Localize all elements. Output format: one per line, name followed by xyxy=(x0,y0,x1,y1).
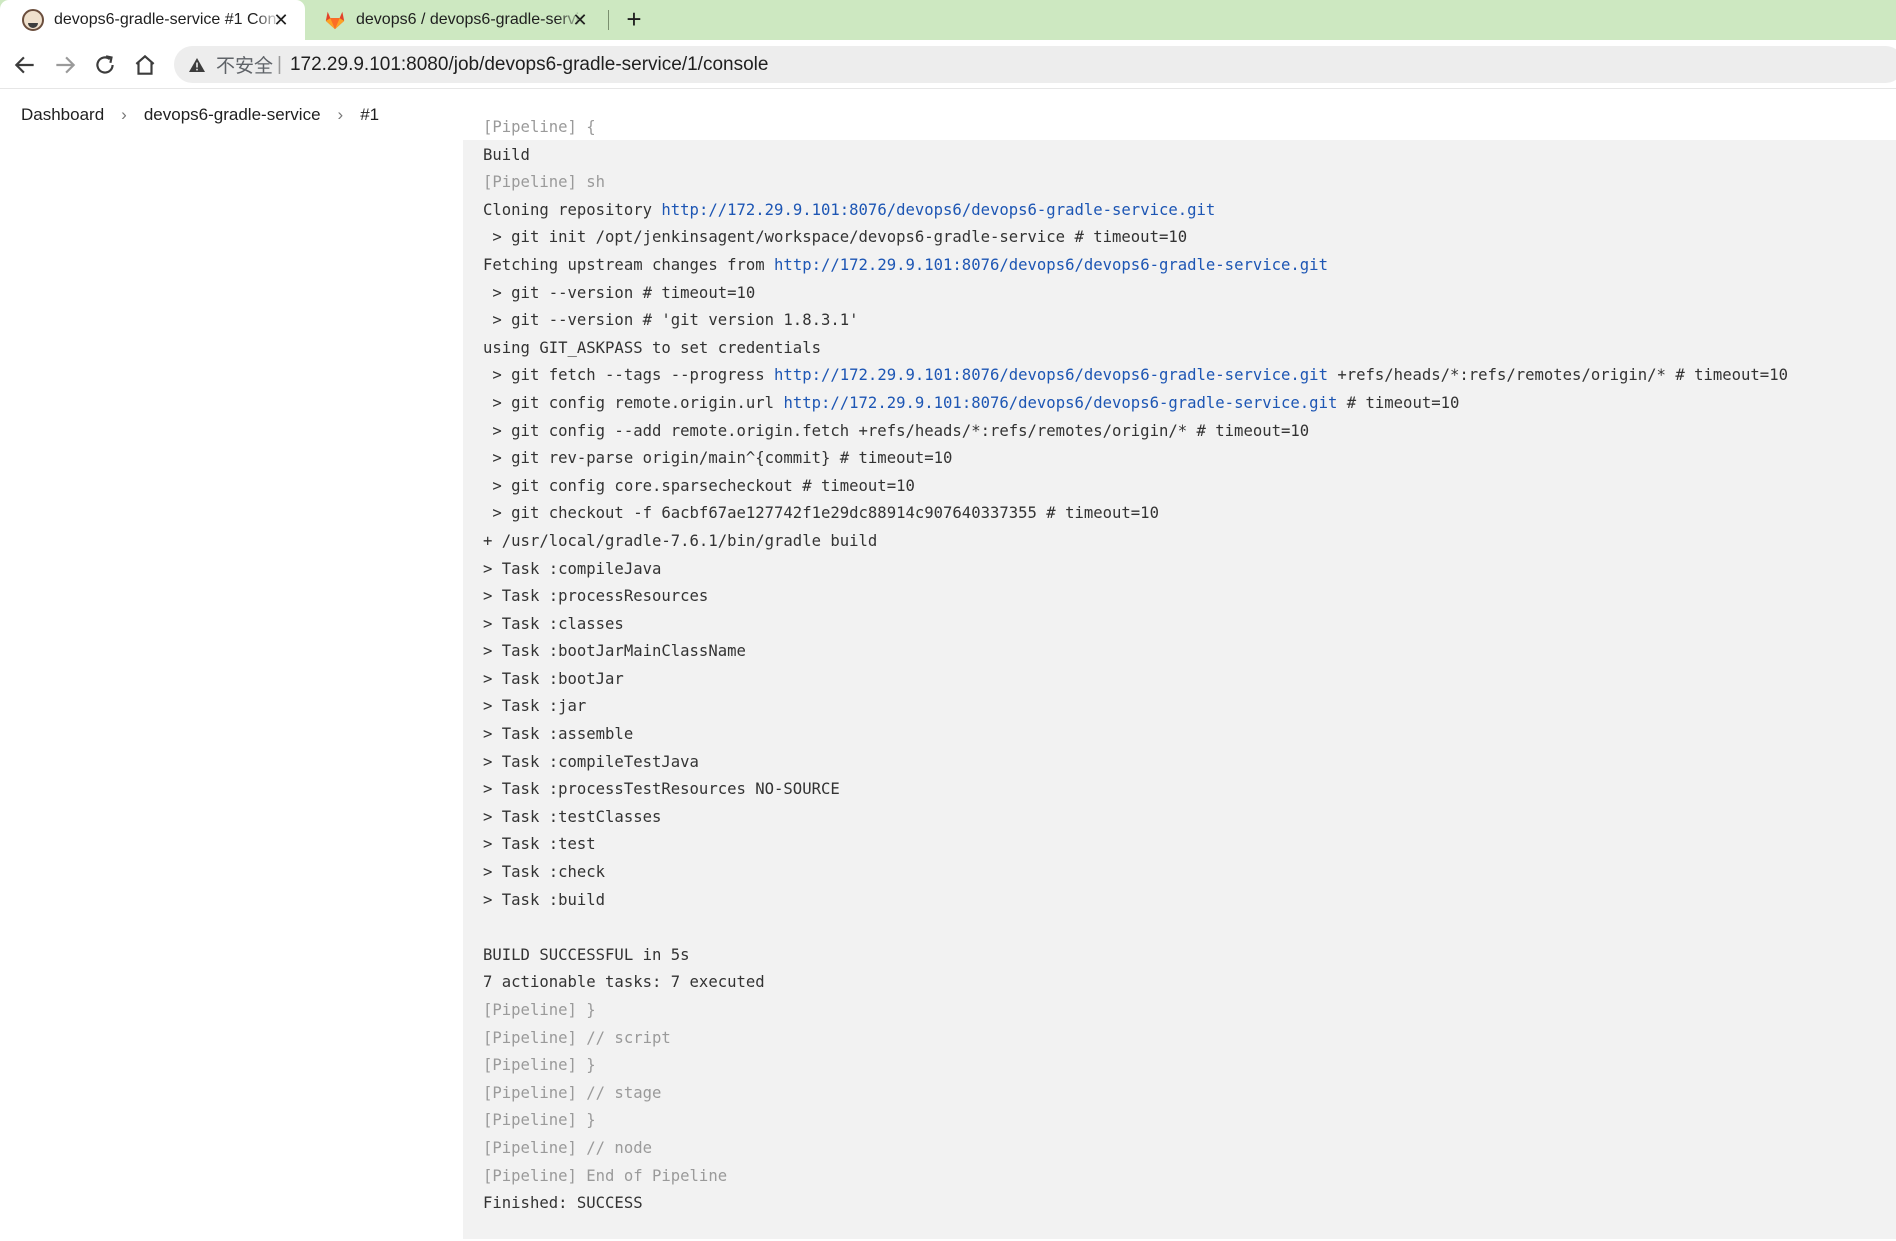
chevron-right-icon: › xyxy=(337,104,344,124)
console-line: [Pipeline] } xyxy=(483,1001,596,1019)
close-icon[interactable]: ✕ xyxy=(570,10,590,30)
console-line-text: Fetching upstream changes from xyxy=(483,255,775,274)
repository-link[interactable]: http://172.29.9.101:8076/devops6/devops6… xyxy=(774,366,1328,384)
console-line-text: Cloning repository xyxy=(483,200,662,219)
console-line: [Pipeline] sh xyxy=(483,173,606,192)
console-line: > git config remote.origin.url http://17… xyxy=(483,390,1788,418)
browser-tab-strip: devops6-gradle-service #1 Console [Jenki… xyxy=(0,0,1896,40)
repository-link[interactable]: http://172.29.9.101:8076/devops6/devops6… xyxy=(661,201,1215,219)
reload-icon[interactable] xyxy=(92,52,118,78)
tab-title: devops6 / devops6-gradle-service · GitLa… xyxy=(356,11,584,28)
tab-title: devops6-gradle-service #1 Console [Jenki… xyxy=(54,11,282,28)
console-line: > git rev-parse origin/main^{commit} # t… xyxy=(483,449,953,468)
console-line: [Pipeline] { xyxy=(483,118,596,136)
console-line: > Task :processTestResources NO-SOURCE xyxy=(483,780,840,799)
back-arrow-icon[interactable] xyxy=(12,52,38,78)
repository-link[interactable]: http://172.29.9.101:8076/devops6/devops6… xyxy=(783,394,1337,412)
console-line: > Task :build xyxy=(483,890,606,909)
tab-gitlab-project[interactable]: devops6 / devops6-gradle-service · GitLa… xyxy=(314,0,604,40)
jenkins-icon xyxy=(22,9,44,31)
new-tab-button[interactable]: + xyxy=(620,6,648,34)
console-line: > Task :check xyxy=(483,863,606,882)
close-icon[interactable]: ✕ xyxy=(271,10,291,30)
console-line: > Task :compileTestJava xyxy=(483,752,699,771)
address-separator: | xyxy=(277,53,282,75)
console-line: Build xyxy=(483,145,530,164)
console-line-text: +refs/heads/*:refs/remotes/origin/* # ti… xyxy=(1327,366,1788,385)
console-line-text: > git config remote.origin.url xyxy=(483,393,784,412)
console-line: > git fetch --tags --progress http://172… xyxy=(483,362,1788,390)
side-panel xyxy=(0,140,463,1241)
tab-separator xyxy=(608,10,609,30)
forward-arrow-icon[interactable] xyxy=(52,52,78,78)
console-line: [Pipeline] } xyxy=(483,1056,596,1075)
breadcrumb-job[interactable]: devops6-gradle-service xyxy=(144,105,321,125)
home-icon[interactable] xyxy=(132,52,158,78)
console-line: Fetching upstream changes from http://17… xyxy=(483,252,1788,280)
browser-toolbar: 不安全 | 172.29.9.101:8080/job/devops6-grad… xyxy=(0,40,1896,88)
breadcrumb-build[interactable]: #1 xyxy=(360,105,379,125)
breadcrumb-dashboard[interactable]: Dashboard xyxy=(21,105,104,125)
console-line: [Pipeline] // script xyxy=(483,1028,671,1047)
console-line: > Task :jar xyxy=(483,697,587,716)
console-line: [Pipeline] // stage xyxy=(483,1083,662,1102)
console-line: > git --version # 'git version 1.8.3.1' xyxy=(483,311,859,330)
console-line: [Pipeline] End of Pipeline xyxy=(483,1166,728,1185)
console-line: > Task :classes xyxy=(483,614,624,633)
console-line: > Task :bootJar xyxy=(483,669,624,688)
console-line: 7 actionable tasks: 7 executed xyxy=(483,973,765,992)
console-line: BUILD SUCCESSFUL in 5s xyxy=(483,945,690,964)
console-line: Finished: SUCCESS xyxy=(483,1194,643,1213)
tab-jenkins-console[interactable]: devops6-gradle-service #1 Console [Jenki… xyxy=(0,0,305,40)
console-line-text: > git fetch --tags --progress xyxy=(483,366,775,385)
console-line: > git checkout -f 6acbf67ae127742f1e29dc… xyxy=(483,504,1159,523)
address-bar[interactable]: 不安全 | 172.29.9.101:8080/job/devops6-grad… xyxy=(174,46,1896,83)
console-line: > git config --add remote.origin.fetch +… xyxy=(483,421,1310,440)
console-line-text: # timeout=10 xyxy=(1337,393,1460,412)
console-line: + /usr/local/gradle-7.6.1/bin/gradle bui… xyxy=(483,531,878,550)
console-line: > Task :bootJarMainClassName xyxy=(483,642,746,661)
console-line: [Pipeline] } xyxy=(483,1111,596,1130)
chevron-right-icon: › xyxy=(121,104,127,124)
console-line: > git --version # timeout=10 xyxy=(483,283,756,302)
console-line: > git init /opt/jenkinsagent/workspace/d… xyxy=(483,228,1188,247)
console-line: [Pipeline] // node xyxy=(483,1138,652,1157)
console-line: > Task :compileJava xyxy=(483,559,662,578)
console-text: [Pipeline] { Build [Pipeline] sh Cloning re… xyxy=(483,114,1788,1218)
warning-triangle-icon[interactable] xyxy=(188,57,206,73)
repository-link[interactable]: http://172.29.9.101:8076/devops6/devops6… xyxy=(774,256,1328,274)
gitlab-icon xyxy=(325,11,345,30)
console-line: Cloning repository http://172.29.9.101:8… xyxy=(483,197,1788,225)
console-line: > Task :test xyxy=(483,835,596,854)
console-line: > Task :testClasses xyxy=(483,807,662,826)
console-output: [Pipeline] { Build [Pipeline] sh Cloning re… xyxy=(463,118,1896,1241)
console-line: > Task :assemble xyxy=(483,725,634,744)
console-line: using GIT_ASKPASS to set credentials xyxy=(483,338,821,357)
security-indicator[interactable]: 不安全 xyxy=(216,51,273,78)
url-text[interactable]: 172.29.9.101:8080/job/devops6-gradle-ser… xyxy=(290,54,769,76)
console-line: > git config core.sparsecheckout # timeo… xyxy=(483,476,915,495)
console-line: > Task :processResources xyxy=(483,587,709,606)
